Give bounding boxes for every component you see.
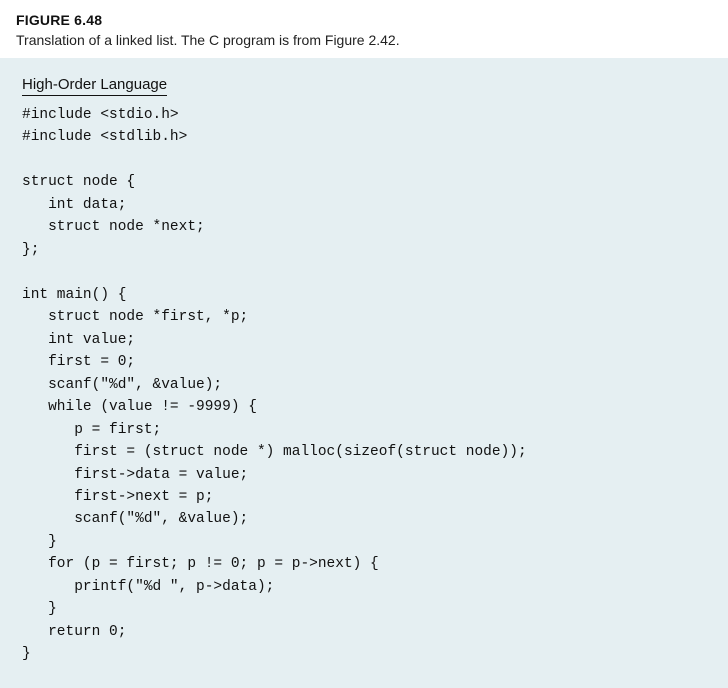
figure-header: FIGURE 6.48 Translation of a linked list… bbox=[0, 0, 728, 58]
code-listing: #include <stdio.h> #include <stdlib.h> s… bbox=[22, 104, 706, 666]
section-title: High-Order Language bbox=[22, 76, 167, 96]
code-panel: High-Order Language #include <stdio.h> #… bbox=[0, 58, 728, 688]
figure-label: FIGURE 6.48 bbox=[16, 12, 712, 28]
figure-caption: Translation of a linked list. The C prog… bbox=[16, 32, 712, 48]
